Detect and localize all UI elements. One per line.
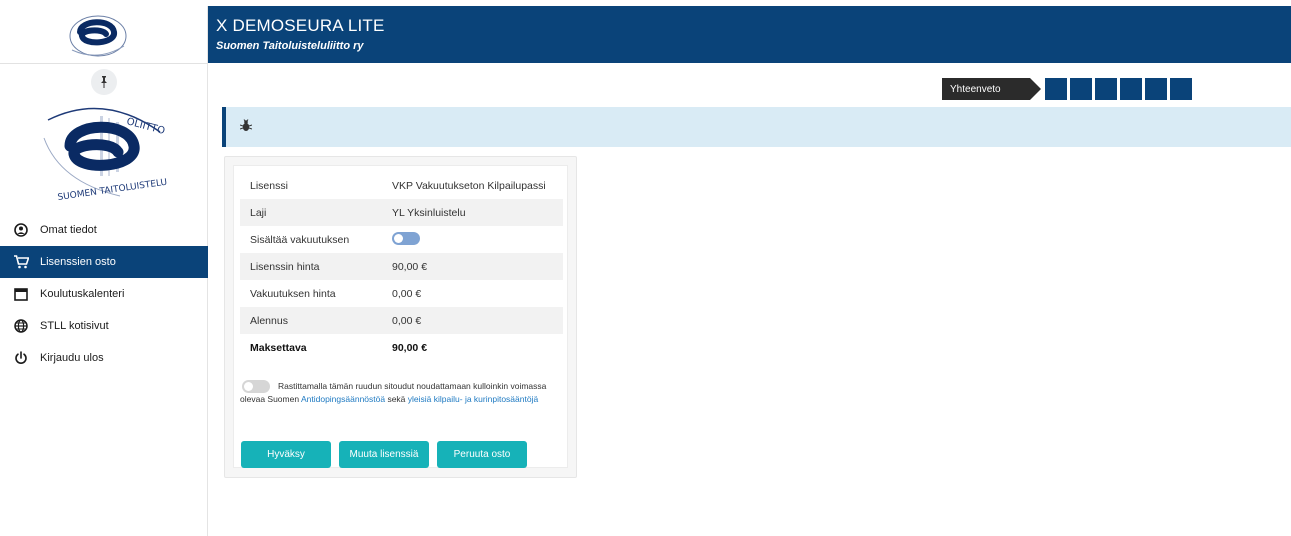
power-icon (12, 349, 30, 367)
summary-row-maksettava: Maksettava 90,00 € (240, 334, 563, 361)
row-label: Lisenssi (250, 179, 288, 192)
step-box[interactable] (1095, 78, 1117, 100)
change-license-button[interactable]: Muuta lisenssiä (339, 441, 429, 468)
logo-small (69, 15, 127, 57)
step-progress: Yhteenveto (942, 78, 1192, 100)
row-value: 0,00 € (392, 314, 422, 327)
row-value: VKP Vakuutukseton Kilpailupassi (392, 179, 546, 192)
sidebar-item-omat-tiedot[interactable]: Omat tiedot (0, 214, 208, 246)
accept-button[interactable]: Hyväksy (241, 441, 331, 468)
summary-row-lisenssi: Lisenssi VKP Vakuutukseton Kilpailupassi (240, 172, 563, 199)
summary-row-alennus: Alennus 0,00 € (240, 307, 563, 334)
insurance-toggle[interactable] (392, 231, 420, 245)
summary-panel: Lisenssi VKP Vakuutukseton Kilpailupassi… (233, 165, 568, 468)
row-value: 90,00 € (392, 260, 428, 273)
summary-card: Lisenssi VKP Vakuutukseton Kilpailupassi… (224, 156, 577, 478)
row-label: Sisältää vakuutuksen (250, 233, 350, 246)
sidebar-item-label: STLL kotisivut (40, 320, 109, 332)
antidoping-link[interactable]: Antidopingsäännöstöä (301, 394, 385, 404)
cart-icon (12, 253, 30, 271)
step-box[interactable] (1170, 78, 1192, 100)
sidebar-item-koulutuskalenteri[interactable]: Koulutuskalenteri (0, 278, 208, 310)
sidebar-item-label: Koulutuskalenteri (40, 288, 125, 300)
info-banner (222, 107, 1291, 147)
globe-icon (12, 317, 30, 335)
row-value: 90,00 € (392, 341, 428, 354)
consent-text: sekä (385, 394, 408, 405)
summary-row-sisaltaa-vakuutuksen: Sisältää vakuutuksen (240, 226, 563, 253)
row-label: Maksettava (250, 341, 307, 354)
app-header: X DEMOSEURA LITE Suomen Taitoluistelulii… (208, 6, 1291, 63)
app-title: X DEMOSEURA LITE (216, 16, 385, 35)
step-current[interactable]: Yhteenveto (942, 78, 1041, 100)
summary-row-lisenssin-hinta: Lisenssin hinta 90,00 € (240, 253, 563, 280)
bug-icon (239, 119, 253, 135)
row-label: Alennus (250, 314, 288, 327)
app-subtitle: Suomen Taitoluisteluliitto ry (216, 40, 364, 52)
sidebar-item-label: Omat tiedot (40, 224, 97, 236)
step-box[interactable] (1045, 78, 1067, 100)
consent-block: Rastittamalla tämän ruudun sitoudut noud… (240, 380, 563, 406)
step-box[interactable] (1070, 78, 1092, 100)
sidebar-divider (0, 63, 208, 64)
summary-row-laji: Laji YL Yksinluistelu (240, 199, 563, 226)
row-value: YL Yksinluistelu (392, 206, 466, 219)
pin-icon[interactable] (91, 69, 117, 95)
row-label: Vakuutuksen hinta (250, 287, 336, 300)
sidebar-item-lisenssien-osto[interactable]: Lisenssien osto (0, 246, 208, 278)
summary-row-vakuutuksen-hinta: Vakuutuksen hinta 0,00 € (240, 280, 563, 307)
calendar-icon (12, 285, 30, 303)
row-label: Lisenssin hinta (250, 260, 320, 273)
stll-logo: OLIITTO SUOMEN TAITOLUISTELU (43, 107, 168, 203)
step-box[interactable] (1145, 78, 1167, 100)
sidebar-item-label: Kirjaudu ulos (40, 352, 104, 364)
row-value: 0,00 € (392, 287, 422, 300)
sidebar-item-stll-kotisivut[interactable]: STLL kotisivut (0, 310, 208, 342)
sidebar-item-kirjaudu-ulos[interactable]: Kirjaudu ulos (0, 342, 208, 374)
sidebar-nav: Omat tiedot Lisenssien osto Koulutuskale… (0, 214, 208, 374)
row-label: Laji (250, 206, 267, 219)
cancel-purchase-button[interactable]: Peruuta osto (437, 441, 527, 468)
user-icon (12, 221, 30, 239)
sidebar: OLIITTO SUOMEN TAITOLUISTELU Omat tiedot… (0, 6, 208, 536)
svg-text:SUOMEN TAITOLUISTELU: SUOMEN TAITOLUISTELU (57, 178, 168, 203)
sidebar-item-label: Lisenssien osto (40, 256, 116, 268)
consent-toggle[interactable] (242, 380, 270, 394)
step-box[interactable] (1120, 78, 1142, 100)
rules-link[interactable]: yleisiä kilpailu- ja kurinpitosääntöjä (408, 394, 538, 404)
